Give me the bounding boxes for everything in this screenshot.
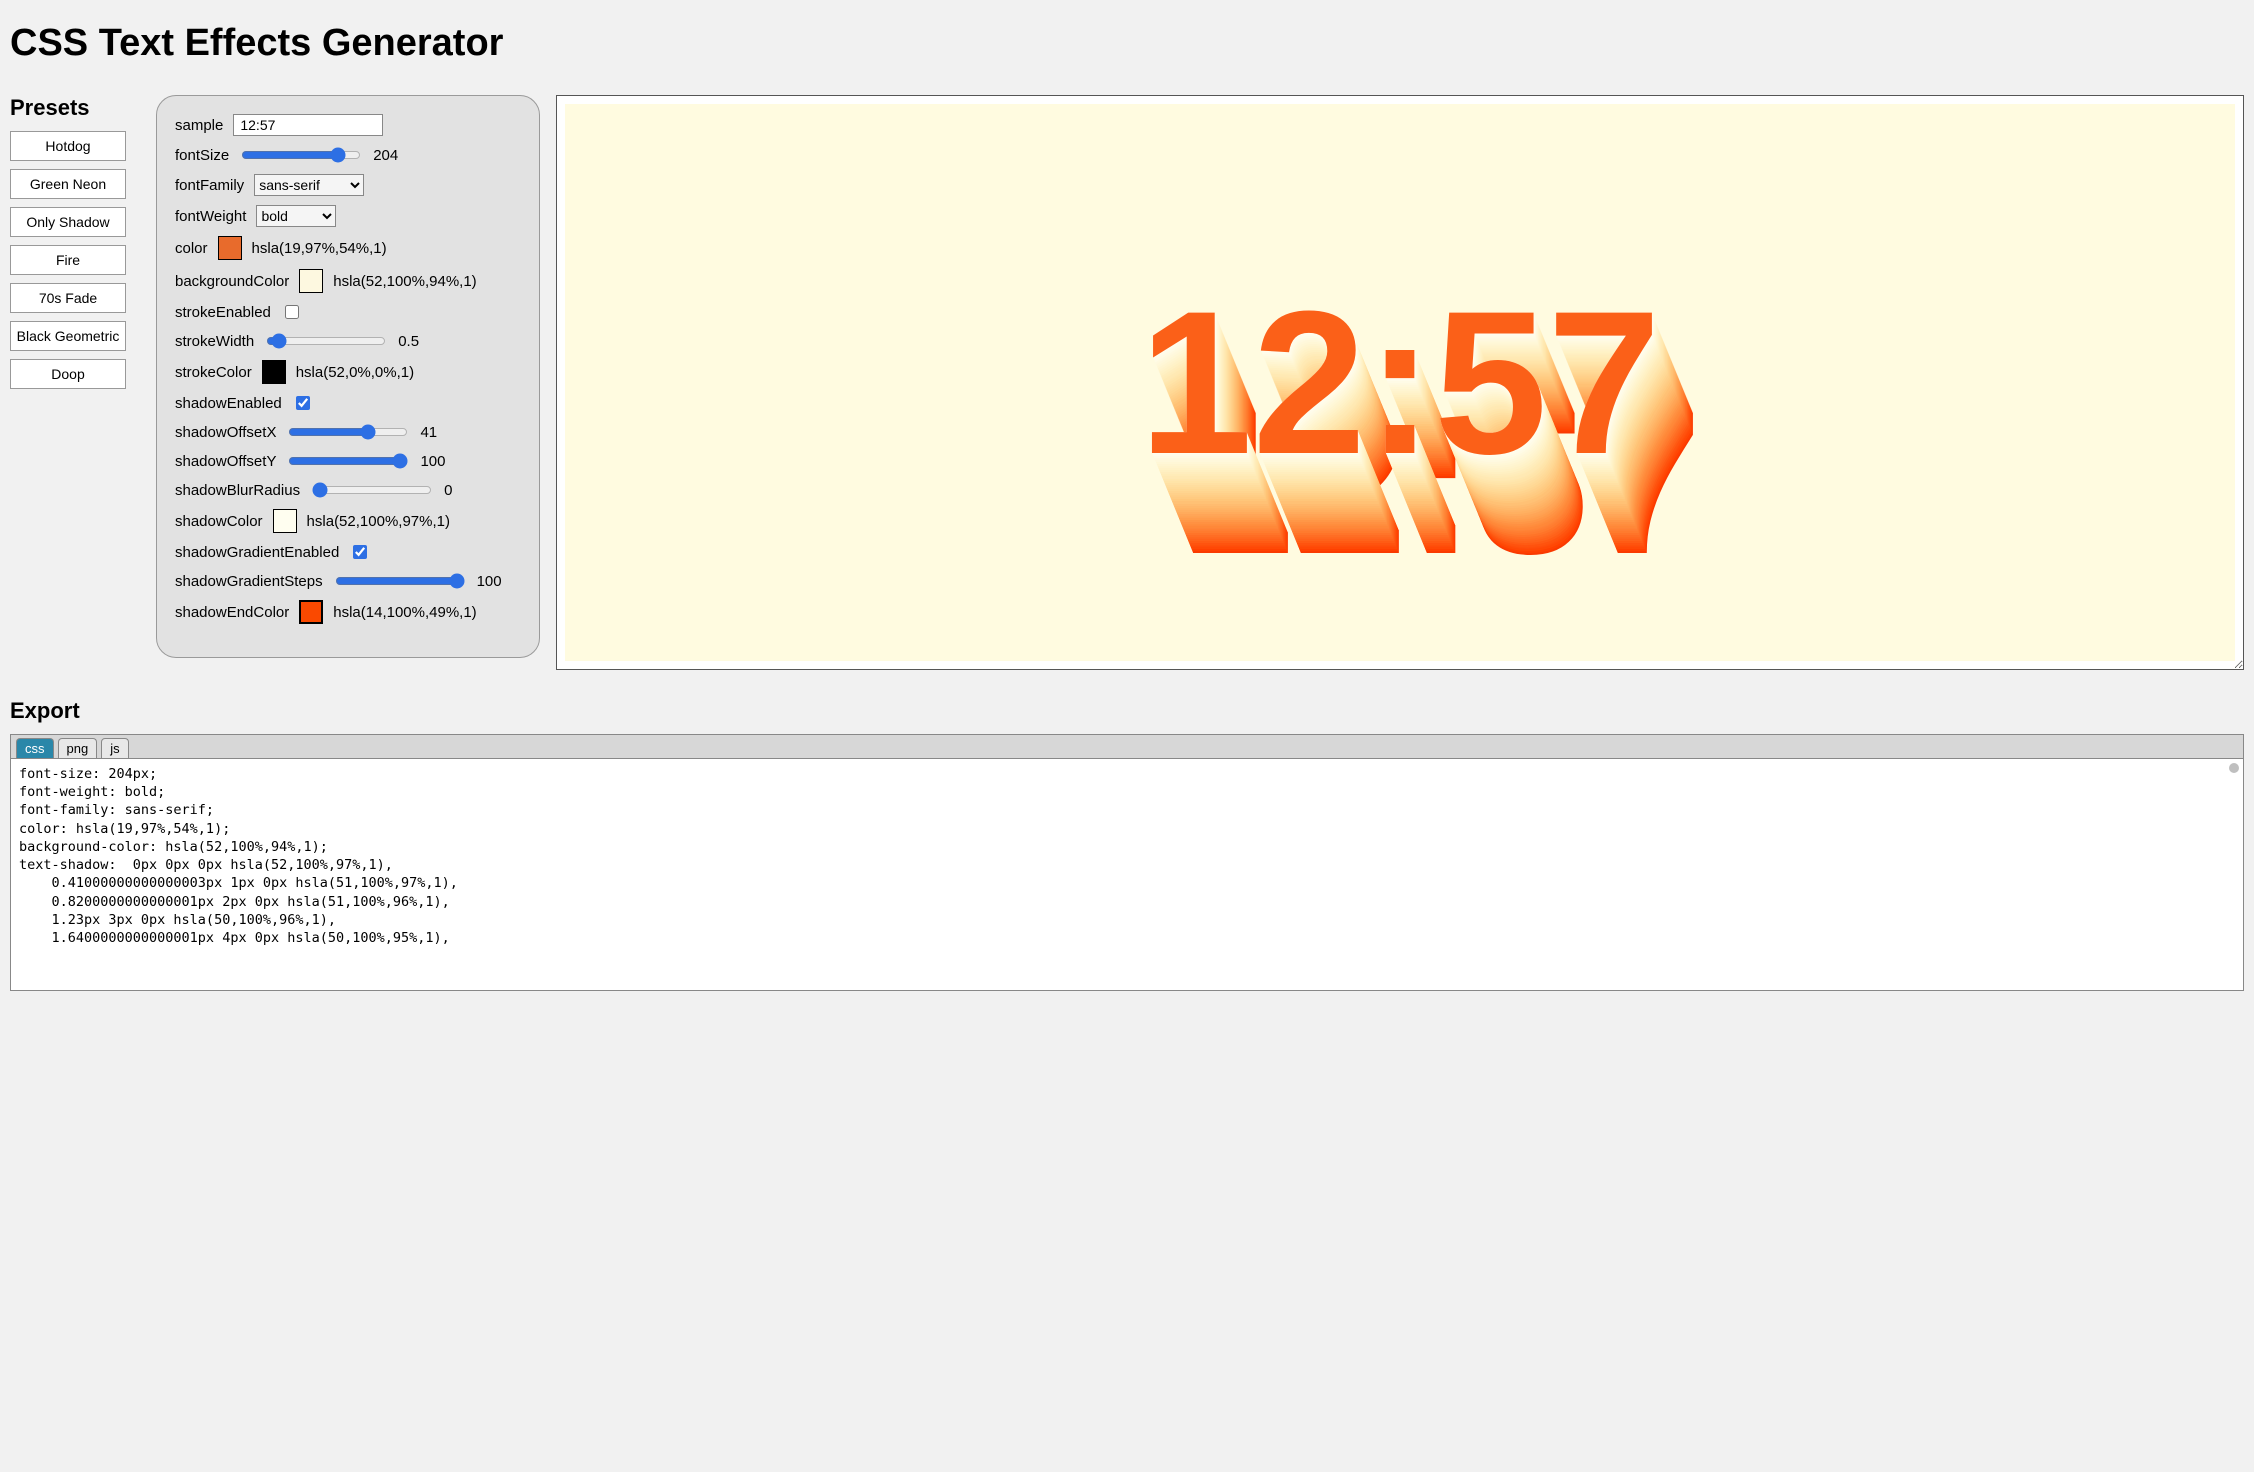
shadowcolor-value: hsla(52,100%,97%,1) xyxy=(307,513,450,530)
shadowenabled-label: shadowEnabled xyxy=(175,395,282,412)
shadowgradientenabled-label: shadowGradientEnabled xyxy=(175,544,339,561)
export-tabs: css png js xyxy=(10,734,2244,758)
fontsize-label: fontSize xyxy=(175,147,229,164)
backgroundcolor-value: hsla(52,100%,94%,1) xyxy=(333,273,476,290)
backgroundcolor-swatch[interactable] xyxy=(299,269,323,293)
shadowblurradius-slider[interactable] xyxy=(312,482,432,498)
strokewidth-label: strokeWidth xyxy=(175,333,254,350)
shadowgradientsteps-slider[interactable] xyxy=(335,573,465,589)
shadowendcolor-label: shadowEndColor xyxy=(175,604,289,621)
strokeenabled-checkbox[interactable] xyxy=(285,305,299,319)
shadowoffsety-slider[interactable] xyxy=(288,453,408,469)
preset-fire[interactable]: Fire xyxy=(10,245,126,275)
preset-only-shadow[interactable]: Only Shadow xyxy=(10,207,126,237)
shadowendcolor-value: hsla(14,100%,49%,1) xyxy=(333,604,476,621)
shadowoffsetx-value: 41 xyxy=(420,424,437,441)
fontsize-value: 204 xyxy=(373,147,398,164)
shadowcolor-swatch[interactable] xyxy=(273,509,297,533)
shadowoffsety-value: 100 xyxy=(420,453,445,470)
preset-black-geometric[interactable]: Black Geometric xyxy=(10,321,126,351)
shadowgradientsteps-value: 100 xyxy=(477,573,502,590)
fontweight-label: fontWeight xyxy=(175,208,246,225)
preview-panel: 12:57 xyxy=(556,95,2244,670)
shadowgradientenabled-checkbox[interactable] xyxy=(353,545,367,559)
preset-doop[interactable]: Doop xyxy=(10,359,126,389)
shadowoffsetx-label: shadowOffsetX xyxy=(175,424,276,441)
tab-png[interactable]: png xyxy=(58,738,98,758)
strokecolor-label: strokeColor xyxy=(175,364,252,381)
shadowoffsetx-slider[interactable] xyxy=(288,424,408,440)
controls-panel: sample fontSize 204 fontFamily sans-seri… xyxy=(156,95,540,658)
strokecolor-value: hsla(52,0%,0%,1) xyxy=(296,364,414,381)
scrollbar-thumb-icon[interactable] xyxy=(2229,763,2239,773)
shadowgradientsteps-label: shadowGradientSteps xyxy=(175,573,323,590)
strokewidth-slider[interactable] xyxy=(266,333,386,349)
shadowendcolor-swatch[interactable] xyxy=(299,600,323,624)
export-output[interactable]: font-size: 204px; font-weight: bold; fon… xyxy=(10,758,2244,991)
page-title: CSS Text Effects Generator xyxy=(10,22,2244,65)
shadowblurradius-value: 0 xyxy=(444,482,452,499)
tab-css[interactable]: css xyxy=(16,738,54,758)
shadowenabled-checkbox[interactable] xyxy=(296,396,310,410)
presets-heading: Presets xyxy=(10,95,140,121)
color-label: color xyxy=(175,240,208,257)
sample-input[interactable] xyxy=(233,114,383,136)
fontsize-slider[interactable] xyxy=(241,147,361,163)
color-swatch[interactable] xyxy=(218,236,242,260)
preset-hotdog[interactable]: Hotdog xyxy=(10,131,126,161)
preset-70s-fade[interactable]: 70s Fade xyxy=(10,283,126,313)
fontfamily-select[interactable]: sans-serif xyxy=(254,174,364,196)
export-heading: Export xyxy=(10,698,2244,724)
preset-green-neon[interactable]: Green Neon xyxy=(10,169,126,199)
shadowoffsety-label: shadowOffsetY xyxy=(175,453,276,470)
strokeenabled-label: strokeEnabled xyxy=(175,304,271,321)
tab-js[interactable]: js xyxy=(101,738,128,758)
backgroundcolor-label: backgroundColor xyxy=(175,273,289,290)
preview-text: 12:57 xyxy=(1139,281,1661,485)
strokecolor-swatch[interactable] xyxy=(262,360,286,384)
strokewidth-value: 0.5 xyxy=(398,333,419,350)
shadowcolor-label: shadowColor xyxy=(175,513,263,530)
sample-label: sample xyxy=(175,117,223,134)
resize-handle-icon[interactable] xyxy=(2229,655,2243,669)
fontfamily-label: fontFamily xyxy=(175,177,244,194)
color-value: hsla(19,97%,54%,1) xyxy=(252,240,387,257)
shadowblurradius-label: shadowBlurRadius xyxy=(175,482,300,499)
fontweight-select[interactable]: bold xyxy=(256,205,336,227)
